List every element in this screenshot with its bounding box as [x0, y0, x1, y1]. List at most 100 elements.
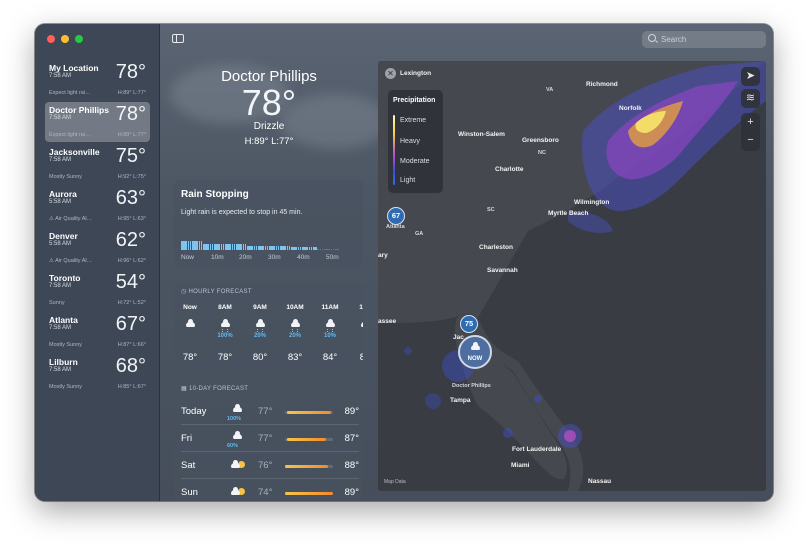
cloud-icon	[231, 487, 240, 495]
city-time: 5:58 AM	[49, 241, 72, 247]
rain-drops-icon	[327, 329, 333, 332]
sidebar-city-item[interactable]: Atlanta 7:58 AM 67° Mostly Sunny H:87° L:66°	[45, 312, 150, 352]
precipitation-map[interactable]: ✕ Precipitation Extreme Heavy Moderate L…	[378, 61, 766, 491]
hourly-precip-chance: 100%	[217, 333, 233, 339]
city-high-low: H:85° L:67°	[117, 384, 146, 390]
day-name: Fri	[181, 433, 193, 444]
hourly-time: Now	[183, 304, 197, 311]
sidebar-city-item[interactable]: Lilburn 7:58 AM 68° Mostly Sunny H:85° L:67°	[45, 354, 150, 394]
row-divider	[181, 451, 359, 452]
sidebar-toggle-icon[interactable]	[172, 34, 184, 43]
hourly-temperature: 80°	[252, 352, 268, 363]
city-condition: Sunny	[49, 300, 65, 306]
search-input[interactable]	[659, 33, 759, 46]
rain-drops-icon	[292, 329, 298, 332]
sidebar-city-item[interactable]: Doctor Phillips 7:58 AM 78° Expect light ra…	[45, 102, 150, 142]
rain-intensity-bar	[337, 249, 339, 250]
zoom-out-button[interactable]: −	[741, 131, 760, 149]
cloud-rain-icon	[175, 319, 205, 331]
day-precip-chance: 60%	[227, 443, 239, 449]
city-high-low: H:89° L:77°	[117, 90, 146, 96]
atlanta-temp-badge[interactable]: 67	[387, 207, 405, 225]
ten-day-forecast-card[interactable]: ▦ 10-DAY FORECAST Today 100% 77° 89° Fri 60% 7…	[174, 379, 363, 501]
zoom-window-button[interactable]	[75, 35, 83, 43]
temperature-range-bar	[285, 492, 333, 495]
rain-card-text: Light rain is expected to stop in 45 min…	[181, 209, 303, 216]
city-temperature: 68°	[115, 355, 146, 377]
map-label: Doctor Phillips	[452, 383, 491, 389]
map-attribution[interactable]: Map Data	[384, 479, 406, 485]
cloud-icon	[290, 319, 300, 327]
hourly-time: 10AM	[286, 304, 304, 311]
city-high-low: H:92° L:75°	[117, 174, 146, 180]
search-field[interactable]	[642, 31, 766, 48]
city-name: Aurora	[49, 189, 77, 199]
legend-scale	[393, 115, 395, 185]
city-temperature: 75°	[115, 145, 146, 167]
precipitation-legend: Precipitation Extreme Heavy Moderate Lig…	[388, 90, 443, 193]
sidebar-city-item[interactable]: Denver 5:58 AM 62° ⚠ Air Quality Al… H:96° L…	[45, 228, 150, 268]
rain-axis-label: 20m	[239, 254, 252, 261]
hourly-time: 11AM	[321, 304, 339, 311]
rain-axis-label: 40m	[297, 254, 310, 261]
rain-drops-icon	[257, 329, 263, 332]
city-temperature: 67°	[115, 313, 146, 335]
hourly-temperature: 78°	[217, 352, 233, 363]
city-condition: ⚠ Air Quality Al…	[49, 216, 93, 222]
city-high-low: H:96° L:62°	[117, 258, 146, 264]
city-name: Toronto	[49, 273, 81, 283]
cloud-icon	[470, 342, 480, 350]
rain-intensity-bars	[181, 240, 341, 250]
map-label: Winston-Salem	[458, 131, 505, 138]
temperature-range-fill	[285, 465, 329, 468]
day-name: Today	[181, 406, 207, 417]
map-label: Fort Lauderdale	[512, 446, 562, 453]
cloud-rain-icon	[315, 319, 345, 332]
sidebar-city-item[interactable]: Toronto 7:58 AM 54° Sunny H:72° L:52°	[45, 270, 150, 310]
hourly-temperature: 84°	[322, 352, 338, 363]
daily-forecast-row[interactable]: Sun 74° 89°	[181, 482, 359, 501]
map-label: Lexington	[400, 70, 432, 77]
city-time: 7:58 AM	[49, 367, 72, 373]
day-low: 77°	[258, 406, 273, 417]
map-label: Charlotte	[495, 166, 524, 173]
sidebar-city-item[interactable]: Jacksonville 7:58 AM 75° Mostly Sunny H:92° …	[45, 144, 150, 184]
zoom-controls[interactable]: + −	[741, 113, 760, 151]
map-label: Tampa	[450, 397, 471, 404]
rain-stopping-card[interactable]: Rain Stopping Light rain is expected to …	[174, 180, 363, 268]
minimize-window-button[interactable]	[61, 35, 69, 43]
rain-cloud-icon	[229, 430, 245, 442]
hourly-time: 8AM	[218, 304, 232, 311]
city-condition: ⚠ Air Quality Al…	[49, 258, 93, 264]
zoom-in-button[interactable]: +	[741, 113, 760, 131]
city-temperature: 63°	[115, 187, 146, 209]
hourly-temperature: 86	[359, 352, 363, 363]
day-low: 74°	[258, 487, 273, 498]
legend-item: Moderate	[400, 158, 430, 165]
city-high-low: H:72° L:52°	[117, 300, 146, 306]
city-time: 7:58 AM	[49, 157, 72, 163]
city-time: 5:58 AM	[49, 199, 72, 205]
sidebar-city-item[interactable]: My Location 7:58 AM 78° Expect light rai… H:…	[45, 60, 150, 100]
city-high-low: H:89° L:77°	[117, 132, 146, 138]
city-name: Denver	[49, 231, 78, 241]
close-window-button[interactable]	[47, 35, 55, 43]
location-arrow-button[interactable]: ➤	[741, 67, 760, 86]
day-high: 87°	[344, 433, 359, 444]
hourly-time: 12P	[359, 304, 363, 311]
day-high: 89°	[344, 406, 359, 417]
hourly-precip-chance: 10%	[323, 333, 336, 339]
rain-axis-label: 10m	[211, 254, 224, 261]
day-high: 89°	[344, 487, 359, 498]
city-condition: Expect light rai…	[49, 132, 91, 138]
partly-sunny-icon	[229, 484, 245, 496]
hourly-forecast-card[interactable]: ◷ HOURLY FORECAST Now 78° 8AM 100% 78° 9AM 20%…	[174, 282, 363, 370]
jacksonville-temp-badge[interactable]: 75	[460, 315, 478, 333]
map-layers-button[interactable]: ≋	[741, 89, 760, 108]
current-location-pin[interactable]: NOW	[458, 335, 492, 369]
city-time: 7:58 AM	[49, 73, 72, 79]
row-divider	[181, 424, 359, 425]
map-close-button[interactable]: ✕	[385, 68, 396, 79]
sidebar-city-item[interactable]: Aurora 5:58 AM 63° ⚠ Air Quality Al… H:95° L…	[45, 186, 150, 226]
current-condition: Drizzle	[253, 121, 285, 132]
